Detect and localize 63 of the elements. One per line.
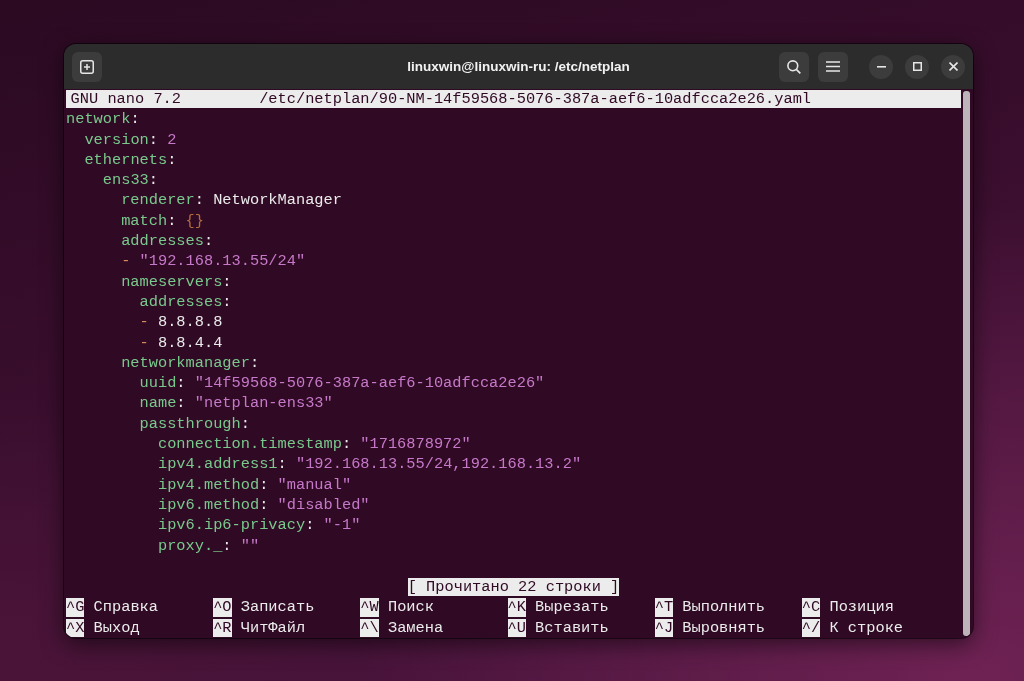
code-line: networkmanager: (121, 352, 260, 374)
scrollbar-thumb[interactable] (963, 91, 970, 636)
search-icon (787, 59, 801, 74)
code-line: ens33: (102, 170, 158, 191)
shortcut-label: Записать (240, 597, 315, 618)
code-line: ipv4.address1: "192.168.13.55/24,192.168.13.2" (157, 454, 582, 475)
shortcut-key: ^W (360, 598, 379, 617)
shortcut-key: ^C (801, 598, 821, 617)
code-line: version: 2 (84, 129, 177, 150)
shortcut-label: Выровнять (682, 617, 766, 638)
menu-button[interactable] (818, 51, 848, 82)
code-line: addresses: (121, 231, 214, 252)
shortcut-key: ^T (654, 598, 674, 617)
shortcut-label: ЧитФайл (240, 617, 306, 638)
shortcut-key: ^U (507, 618, 526, 637)
maximize-icon (912, 62, 922, 71)
shortcut-label: Позиция (829, 597, 894, 618)
code-line: - "192.168.13.55/24" (121, 251, 306, 272)
shortcut-label: Вырезать (535, 597, 609, 618)
minimize-button[interactable] (869, 54, 893, 79)
shortcut-label: Замена (387, 617, 444, 638)
minimize-icon (876, 65, 886, 68)
code-line: ipv4.method: "manual" (157, 474, 352, 495)
menu-icon (826, 61, 840, 72)
code-line: name: "netplan-ens33" (139, 393, 333, 414)
code-line: passthrough: (139, 413, 250, 435)
code-line: match: {} (121, 210, 204, 232)
shortcut-label: Выполнить (682, 597, 766, 618)
shortcut-key: ^\ (360, 618, 379, 637)
code-line: connection.timestamp: "1716878972" (157, 434, 471, 455)
file-path: /etc/netplan/90-NM-14f59568-5076-387a-aef6-10adfcca2e26.yaml (259, 90, 812, 109)
shortcut-label: К строке (829, 617, 904, 638)
window-title: linuxwin@linuxwin-ru: /etc/netplan (407, 59, 630, 74)
search-button[interactable] (779, 51, 809, 82)
status-message: [ Прочитано 22 строки ] (407, 578, 620, 597)
code-line: ipv6.ip6-privacy: "-1" (157, 515, 361, 536)
shortcut-label: Вставить (535, 617, 609, 638)
editor-version: GNU nano 7.2 (70, 90, 181, 109)
shortcut-label: Выход (93, 617, 140, 638)
code-line: - 8.8.8.8 (139, 312, 223, 333)
close-icon (948, 62, 958, 71)
shortcut-key: ^O (213, 598, 232, 617)
shortcut-label: Поиск (387, 597, 434, 618)
code-line: ipv6.method: "disabled" (157, 494, 370, 516)
shortcut-key: ^J (654, 618, 674, 637)
code-line: addresses: (139, 291, 232, 313)
code-line: nameservers: (121, 271, 232, 292)
shortcut-key: ^R (213, 618, 232, 637)
code-line: ethernets: (84, 149, 177, 171)
code-line: network: (66, 109, 140, 130)
plus-square-icon (80, 59, 94, 74)
code-line: - 8.8.4.4 (139, 332, 223, 353)
code-line: renderer: NetworkManager (121, 190, 342, 211)
new-tab-button[interactable] (72, 51, 102, 82)
close-button[interactable] (941, 54, 965, 79)
maximize-button[interactable] (905, 54, 929, 79)
code-line: uuid: "14f59568-5076-387a-aef6-10adfcca2e26" (139, 373, 545, 394)
code-line: proxy._: "" (157, 535, 260, 556)
shortcut-key: ^X (66, 618, 85, 637)
shortcut-key: ^K (507, 598, 526, 617)
shortcut-key: ^G (66, 598, 85, 617)
shortcut-key: ^/ (801, 618, 821, 637)
shortcut-label: Справка (93, 597, 158, 618)
